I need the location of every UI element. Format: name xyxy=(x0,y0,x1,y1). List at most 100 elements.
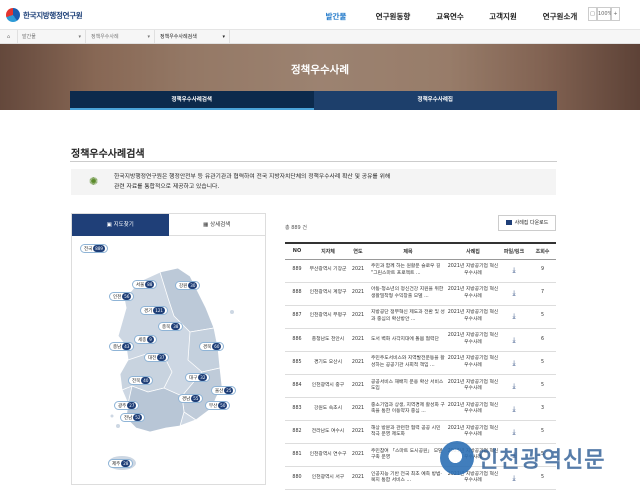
row-no: 882 xyxy=(285,420,309,445)
row-title-link[interactable]: 지방공단 정부혁신 제도과 전환 및 성과 중심의 확산방안 ... xyxy=(369,305,447,329)
row-title-link[interactable]: 공공서비스 재배치 운용 확산 서비스 도입 xyxy=(369,374,447,399)
region-count: 30 xyxy=(188,282,198,289)
nav-research-trends[interactable]: 연구원동향 xyxy=(362,0,424,30)
download-icon[interactable]: ⤓ xyxy=(499,282,529,306)
lightbulb-icon: ✺ xyxy=(89,175,99,188)
row-year: 2021 xyxy=(347,328,369,352)
breadcrumb-level1[interactable]: 발간물 ▾ xyxy=(18,30,86,44)
tab-detail-search[interactable]: ▦ 상세검색 xyxy=(168,214,265,236)
logo-emblem-icon xyxy=(6,8,20,22)
breadcrumb-level2[interactable]: 정책우수사례 ▾ xyxy=(86,30,155,44)
zoom-in-button[interactable]: + xyxy=(611,7,620,21)
row-year: 2021 xyxy=(347,305,369,329)
table-row[interactable]: 887 인천광역시 부평구 2021 지방공단 정부혁신 제도과 전환 및 성과 중심… xyxy=(285,305,556,329)
nav-institute-intro[interactable]: 연구원소개 xyxy=(530,0,590,30)
row-casebook: 2021년 지방공기업 혁신우수사례 xyxy=(447,305,499,329)
row-title-link[interactable]: 인공지능 기반 전국 최초 예측 방범·복지 통합 서비스 ... xyxy=(369,466,447,490)
row-year: 2021 xyxy=(347,443,369,468)
region-gyeonggi[interactable]: 경기 121 xyxy=(140,306,168,315)
region-jeonnam[interactable]: 전남 52 xyxy=(120,413,146,422)
map-panel: ▣ 지도찾기 ▦ 상세검색 전국 889 서울 88 강원 30 인천 56 경기 121… xyxy=(71,213,266,485)
row-title-link[interactable]: 도서 벽화 사각지대에 돌봄 협력단 xyxy=(369,328,447,352)
row-title-link[interactable]: 주민주도서비스와 지역발전운동을 활성하는 공공기관 사회적 책임 ... xyxy=(369,351,447,375)
row-title-link[interactable]: 주민과 함께 하는 원활운 슬로우 길 "그린스마트 프로젝트 ... xyxy=(369,259,447,283)
region-name: 충북 xyxy=(162,325,171,330)
region-count: 25 xyxy=(224,387,234,394)
row-region: 부산광역시 기장군 xyxy=(309,259,347,283)
tab-search[interactable]: 정책우수사례검색 xyxy=(70,91,314,110)
home-icon[interactable]: ⌂ xyxy=(0,30,18,44)
logo-text: 한국지방행정연구원 xyxy=(23,10,83,20)
tab-map-search[interactable]: ▣ 지도찾기 xyxy=(72,214,169,236)
region-busan[interactable]: 부산 50 xyxy=(205,401,231,410)
region-name: 서울 xyxy=(136,283,145,288)
chevron-down-icon: ▾ xyxy=(222,34,225,40)
intro-text: 한국지방행정연구원은 행정안전부 등 유관기관과 협력하여 전국 지방자치단체의… xyxy=(114,172,514,192)
region-chungnam[interactable]: 충남 43 xyxy=(109,342,135,351)
row-region: 강원도 속초시 xyxy=(309,397,347,422)
row-no: 881 xyxy=(285,443,309,468)
chevron-down-icon: ▾ xyxy=(78,34,81,40)
table-row[interactable]: 885 경기도 오산시 2021 주민주도서비스와 지역발전운동을 활성하는 공공기관… xyxy=(285,351,556,375)
tab-casebook[interactable]: 정책우수사례집 xyxy=(313,91,557,110)
site-logo[interactable]: 한국지방행정연구원 xyxy=(6,6,83,24)
region-name: 전남 xyxy=(124,416,133,421)
region-count: 56 xyxy=(122,293,132,300)
download-icon[interactable]: ⤓ xyxy=(499,328,529,352)
row-region: 경기도 오산시 xyxy=(309,351,347,375)
casebook-download-button[interactable]: 사례집 다운로드 xyxy=(498,215,556,231)
tab-map-search-label: 지도찾기 xyxy=(113,222,134,228)
table-row[interactable]: 886 충청남도 천안시 2021 도서 벽화 사각지대에 돌봄 협력단 2021년 지… xyxy=(285,328,556,352)
region-seoul[interactable]: 서울 88 xyxy=(132,280,158,289)
table-row[interactable]: 889 부산광역시 기장군 2021 주민과 함께 하는 원활운 슬로우 길 "그린스… xyxy=(285,259,556,283)
download-icon[interactable]: ⤓ xyxy=(499,374,529,399)
col-title: 제목 xyxy=(369,242,447,260)
region-national[interactable]: 전국 889 xyxy=(80,244,108,253)
region-jeonbuk[interactable]: 전북 40 xyxy=(128,376,154,385)
region-name: 광주 xyxy=(118,404,127,409)
region-name: 대구 xyxy=(189,376,198,381)
row-title-link[interactable]: 아동·청소년의 정신건강 지원을 위한 생활밀착형 수익창출 모델 ... xyxy=(369,282,447,306)
region-count: 38 xyxy=(171,323,181,330)
row-region: 인천광역시 부평구 xyxy=(309,305,347,329)
row-region: 충청남도 천안시 xyxy=(309,328,347,352)
region-daejeon[interactable]: 대전 37 xyxy=(144,353,170,362)
region-name: 전국 xyxy=(84,247,93,252)
newspaper-logo-icon xyxy=(440,441,474,475)
region-ulsan[interactable]: 울산 25 xyxy=(211,386,237,395)
region-count: 889 xyxy=(93,245,105,252)
download-icon[interactable]: ⤓ xyxy=(499,259,529,283)
region-chungbuk[interactable]: 충북 38 xyxy=(158,322,184,331)
casebook-download-label: 사례집 다운로드 xyxy=(514,220,549,226)
tab-detail-search-label: 상세검색 xyxy=(210,222,231,228)
table-row[interactable]: 888 인천광역시 계양구 2021 아동·청소년의 정신건강 지원을 위한 생활밀착… xyxy=(285,282,556,306)
row-title-link[interactable]: 중소기업과 상생, 지역경제 활성화 구축을 통한 이동약자 중심 ... xyxy=(369,397,447,422)
page-title: 정책우수사례검색 xyxy=(71,149,145,160)
row-title-link[interactable]: 해상 방문과 관련한 협력 공공 시민 적극 운영 제도화 xyxy=(369,420,447,445)
breadcrumb-level3[interactable]: 정책우수사례검색 ▾ xyxy=(155,30,230,44)
book-icon xyxy=(505,220,512,225)
table-row[interactable]: 883 강원도 속초시 2021 중소기업과 상생, 지역경제 활성화 구축을 통한 … xyxy=(285,397,556,422)
region-gangwon[interactable]: 강원 30 xyxy=(175,281,201,290)
nav-publications[interactable]: 발간물 xyxy=(310,0,362,30)
region-gyeongbuk[interactable]: 경북 60 xyxy=(199,342,225,351)
region-name: 울산 xyxy=(215,389,224,394)
sitemap-button[interactable]: □ xyxy=(588,7,597,21)
col-region: 지자체 xyxy=(309,242,347,260)
nav-customer-support[interactable]: 고객지원 xyxy=(476,0,530,30)
region-gyeongnam[interactable]: 경남 55 xyxy=(178,394,204,403)
row-title-link[interactable]: 주민참여 「스마트 도시공원」 모델 구축 운영 xyxy=(369,443,447,468)
download-icon[interactable]: ⤓ xyxy=(499,351,529,375)
region-count: 28 xyxy=(121,460,131,467)
row-no: 887 xyxy=(285,305,309,329)
download-icon[interactable]: ⤓ xyxy=(499,305,529,329)
region-sejong[interactable]: 세종 9 xyxy=(134,335,157,344)
nav-education[interactable]: 교육연수 xyxy=(424,0,476,30)
region-jeju[interactable]: 제주 28 xyxy=(108,459,134,468)
region-gwangju[interactable]: 광주 27 xyxy=(114,401,140,410)
region-daegu[interactable]: 대구 32 xyxy=(185,373,211,382)
download-icon[interactable]: ⤓ xyxy=(499,397,529,422)
intro-line-1: 한국지방행정연구원은 행정안전부 등 유관기관과 협력하여 전국 지방자치단체의… xyxy=(114,174,391,180)
region-incheon[interactable]: 인천 56 xyxy=(109,292,135,301)
table-row[interactable]: 884 인천광역시 중구 2021 공공서비스 재배치 운용 확산 서비스 도입 202… xyxy=(285,374,556,399)
